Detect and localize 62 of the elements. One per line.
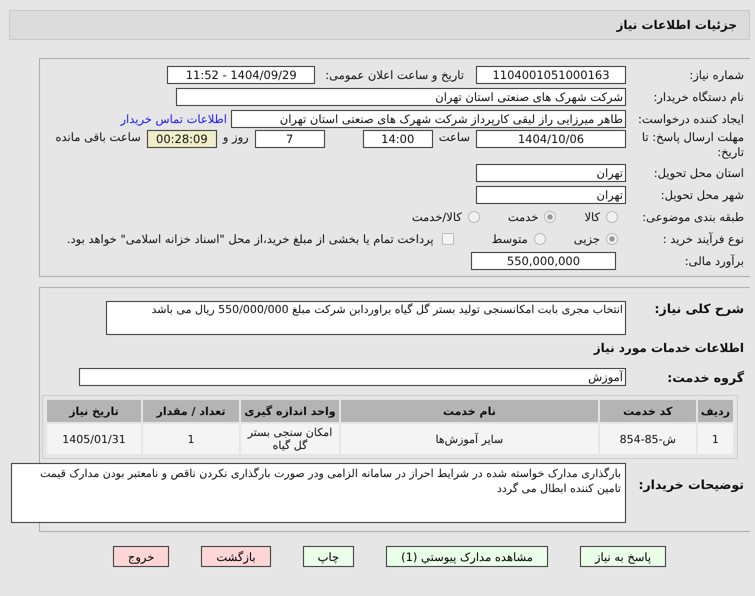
table-cell: 1 xyxy=(698,424,733,454)
section-heading: اطلاعات خدمات مورد نیاز xyxy=(594,341,745,355)
field-label: ایجاد کننده درخواست: xyxy=(637,112,745,126)
radio-label: خدمت xyxy=(508,210,538,224)
field-label: گروه خدمت: xyxy=(666,370,745,384)
countdown-field: 00:28:09 xyxy=(146,130,217,148)
radio-label: کالا/خدمت xyxy=(412,210,462,224)
checkbox-label: پرداخت تمام یا بخشی از مبلغ خرید،از محل "اسناد خزانه اسلامی" خواهد بود. xyxy=(66,232,434,246)
table-cell: 1 xyxy=(143,424,239,454)
radio-label: جزیی xyxy=(574,232,600,246)
table-cell: 1405/01/31 xyxy=(47,424,141,454)
comments-textarea[interactable]: بارگذاری مدارک خواسته شده در شرایط احراز در سامانه الزامی ودر صورت بارگذاری نکردن ناقص و نامعتبر بودن مدارک قیمت تامین کننده ابطال می گردد xyxy=(11,463,626,523)
table-cell: سایر آموزش‌ها xyxy=(341,424,598,454)
radio-button[interactable] xyxy=(606,233,618,245)
page-title: جزئیات اطلاعات نیاز xyxy=(616,18,737,32)
action-button[interactable]: بازگشت xyxy=(201,546,271,567)
field-label: تاریخ و ساعت اعلان عمومی: xyxy=(325,68,464,82)
column-header: تعداد / مقدار xyxy=(143,400,239,422)
column-header: ردیف xyxy=(698,400,733,422)
time-field[interactable]: 14:00 xyxy=(362,130,433,148)
field-label: شماره نیاز: xyxy=(688,68,745,82)
budget-field[interactable]: 550,000,000 xyxy=(471,252,616,270)
days-field[interactable]: 7 xyxy=(254,130,325,148)
field-label: توضیحات خریدار: xyxy=(637,477,745,493)
radio-button[interactable] xyxy=(534,233,546,245)
table-cell: ش-85-854 xyxy=(600,424,696,454)
table-cell: امکان سنجی بستر گل گیاه xyxy=(241,424,339,454)
radio-button[interactable] xyxy=(606,211,618,223)
text-field[interactable]: 1404/09/29 - 11:52 xyxy=(167,66,316,84)
date-field[interactable]: 1404/10/06 xyxy=(476,130,626,148)
action-button[interactable]: خروج xyxy=(112,546,170,567)
action-button[interactable]: مشاهده مدارک پیوستي (1) xyxy=(386,546,548,567)
field-label: نام دستگاه خریدار: xyxy=(652,90,745,104)
radio-button[interactable] xyxy=(544,211,556,223)
contact-link[interactable]: اطلاعات تماس خریدار xyxy=(120,112,227,126)
text-field[interactable]: تهران xyxy=(476,186,626,204)
field-label: شهر محل تحویل: xyxy=(660,188,745,202)
field-label: مهلت ارسال پاسخ: تا تاریخ: xyxy=(640,130,745,160)
text-field[interactable]: تهران xyxy=(476,164,626,182)
column-header: تاریخ نیاز xyxy=(47,400,141,422)
action-button[interactable]: پاسخ به نیاز xyxy=(580,546,666,567)
text-field[interactable]: شرکت شهرک های صنعتی استان تهران xyxy=(176,88,626,106)
column-header: واحد اندازه گیری xyxy=(241,400,339,422)
field-label: طبقه بندی موضوعی: xyxy=(641,210,745,224)
radio-button[interactable] xyxy=(468,211,480,223)
field-label: ساعت باقی مانده xyxy=(56,130,141,144)
description-textarea[interactable]: انتخاب مجری بابت امکانسنجی تولید بستر گل گیاه براوردابن شرکت مبلغ 550/000/000 ریال می باشد xyxy=(106,301,626,335)
field-label: برآورد مالی: xyxy=(684,254,745,268)
field-label: روز و xyxy=(222,130,249,144)
text-field[interactable]: 1104001051000163 xyxy=(476,66,626,84)
action-button[interactable]: چاپ xyxy=(302,546,354,567)
column-header: کد خدمت xyxy=(600,400,696,422)
field-label: نوع فرآیند خرید : xyxy=(662,232,745,246)
field-label: ساعت xyxy=(438,130,470,144)
field-label: شرح کلی نیاز: xyxy=(654,301,745,316)
text-field[interactable]: طاهر میرزایی راز لیقی کارپرداز شرکت شهرک های صنعتی استان تهران xyxy=(231,110,626,128)
text-field[interactable]: آموزش xyxy=(79,368,626,386)
field-label: استان محل تحویل: xyxy=(652,166,745,180)
radio-label: متوسط xyxy=(492,232,528,246)
radio-label: کالا xyxy=(584,210,600,224)
column-header: نام خدمت xyxy=(341,400,598,422)
checkbox[interactable] xyxy=(442,233,454,245)
